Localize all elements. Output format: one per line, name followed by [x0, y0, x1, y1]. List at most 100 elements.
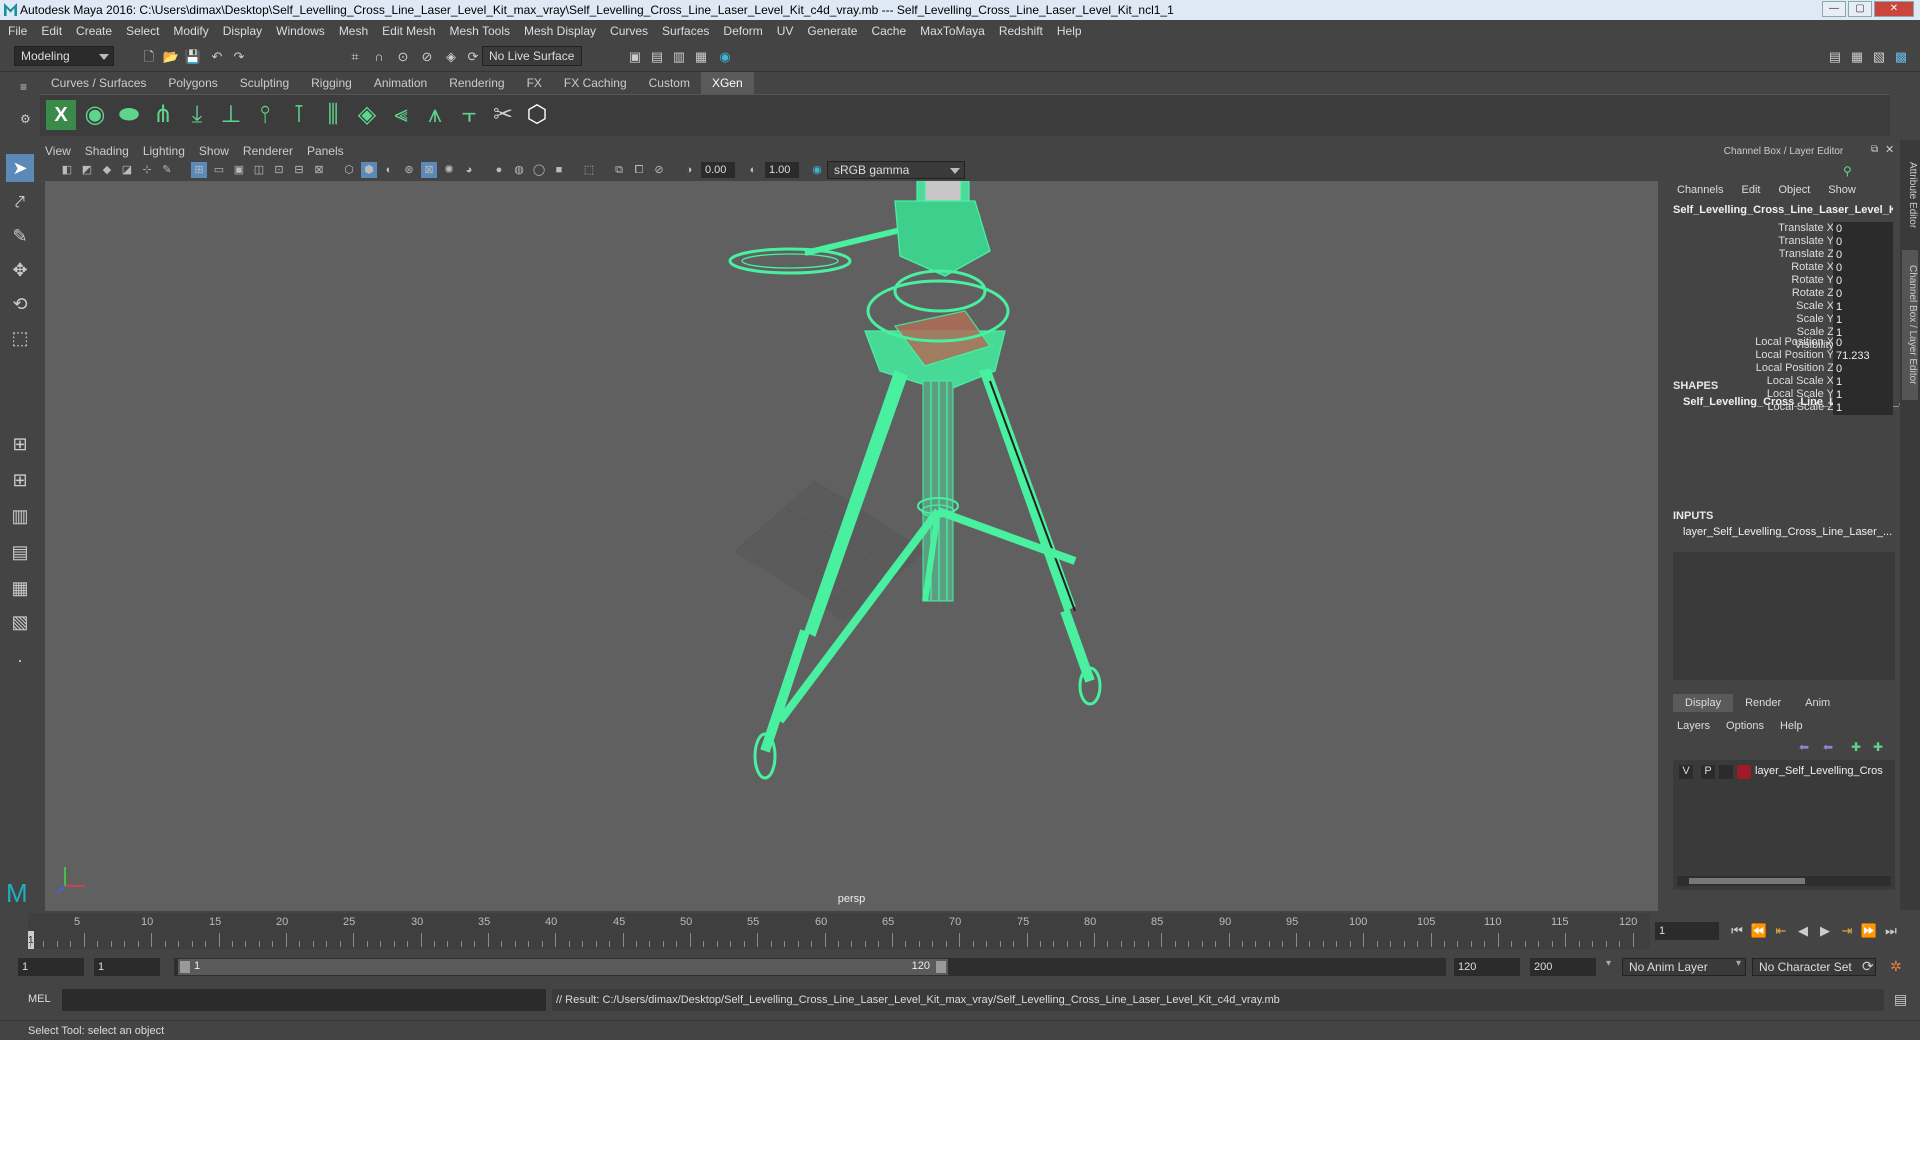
mode-dropdown[interactable]: Modeling: [14, 46, 114, 66]
ipr-render-icon[interactable]: ▥: [670, 48, 688, 66]
menu-edit-mesh[interactable]: Edit Mesh: [382, 24, 435, 38]
channel-menu-object[interactable]: Object: [1778, 184, 1810, 196]
character-set-dropdown[interactable]: No Character Set: [1752, 958, 1876, 976]
menu-uv[interactable]: UV: [777, 24, 794, 38]
channel-menu-edit[interactable]: Edit: [1741, 184, 1760, 196]
multisample-aa-icon[interactable]: ◯: [531, 162, 547, 178]
menu-create[interactable]: Create: [76, 24, 112, 38]
animation-start-field[interactable]: 1: [18, 958, 84, 976]
channel-value[interactable]: 0: [1833, 274, 1893, 288]
menu-mesh-tools[interactable]: Mesh Tools: [450, 24, 510, 38]
film-gate-icon[interactable]: ▭: [211, 162, 227, 178]
layer-tab-display[interactable]: Display: [1673, 694, 1734, 712]
shelf-tab-animation[interactable]: Animation: [363, 72, 438, 94]
channel-value[interactable]: 1: [1833, 300, 1893, 314]
depth-of-field-icon[interactable]: ■: [551, 162, 567, 178]
snap-view-icon[interactable]: ⊘: [418, 48, 436, 66]
menu-mesh[interactable]: Mesh: [339, 24, 368, 38]
isolate-select-icon[interactable]: ⬚: [581, 162, 597, 178]
move-tool-icon[interactable]: ✥: [6, 256, 34, 284]
xray-joints-icon[interactable]: ⧉: [611, 162, 627, 178]
menu-redshift[interactable]: Redshift: [999, 24, 1043, 38]
go-to-start-icon[interactable]: ⏮: [1728, 923, 1746, 939]
lasso-tool-icon[interactable]: ⤤: [6, 188, 34, 216]
menu-modify[interactable]: Modify: [173, 24, 208, 38]
channel-value[interactable]: 0: [1833, 261, 1893, 275]
input-node-name[interactable]: layer_Self_Levelling_Cross_Line_Laser_..…: [1683, 526, 1903, 538]
persp-viewport[interactable]: persp: [45, 181, 1658, 911]
shelf-settings-icon[interactable]: ⚙: [20, 112, 31, 126]
menu-windows[interactable]: Windows: [276, 24, 325, 38]
render-settings-icon[interactable]: ▦: [692, 48, 710, 66]
bookmark-icon[interactable]: ◆: [99, 162, 115, 178]
anim-layer-dropdown[interactable]: No Anim Layer: [1622, 958, 1746, 976]
move-layer-down-icon[interactable]: ⬅: [1823, 740, 1833, 754]
shelf-tab-custom[interactable]: Custom: [638, 72, 701, 94]
save-scene-icon[interactable]: 💾: [184, 48, 202, 66]
two-d-pan-zoom-icon[interactable]: ⊹: [139, 162, 155, 178]
menu-deform[interactable]: Deform: [723, 24, 762, 38]
time-slider[interactable]: 1 51015202530354045505560657075808590951…: [28, 913, 1650, 949]
color-management-icon[interactable]: ◉: [809, 162, 825, 178]
xray-icon[interactable]: ⊠: [421, 162, 437, 178]
safe-title-icon[interactable]: ⊠: [311, 162, 327, 178]
range-start-grip[interactable]: [180, 961, 190, 973]
channel-value[interactable]: 0: [1833, 235, 1893, 249]
motion-blur-icon[interactable]: ◍: [511, 162, 527, 178]
menu-surfaces[interactable]: Surfaces: [662, 24, 709, 38]
snap-point-icon[interactable]: ⊙: [394, 48, 412, 66]
layout-more-icon[interactable]: ·: [6, 646, 34, 674]
outliner-layout-icon[interactable]: ▦: [6, 574, 34, 602]
maximize-button[interactable]: ▢: [1848, 1, 1872, 17]
range-slider[interactable]: 1 120: [174, 958, 1446, 976]
xray-active-icon[interactable]: ⧠: [631, 162, 647, 178]
layer-menu-options[interactable]: Options: [1726, 720, 1764, 732]
shadows-icon[interactable]: ◕: [461, 162, 477, 178]
paint-select-tool-icon[interactable]: ✎: [6, 222, 34, 250]
open-scene-icon[interactable]: 📂: [162, 48, 180, 66]
wireframe-icon[interactable]: ⬡: [341, 162, 357, 178]
xgen-comb-icon[interactable]: ⫟: [454, 100, 484, 130]
workspace-icon[interactable]: ▤: [1826, 48, 1844, 66]
menu-help[interactable]: Help: [1057, 24, 1082, 38]
image-plane-icon[interactable]: ◪: [119, 162, 135, 178]
layer-menu-layers[interactable]: Layers: [1677, 720, 1710, 732]
shelf-tab-fx-caching[interactable]: FX Caching: [553, 72, 638, 94]
channel-value[interactable]: 0: [1833, 362, 1893, 376]
move-layer-up-icon[interactable]: ⬅: [1799, 740, 1809, 754]
default-material-icon[interactable]: ◐: [381, 162, 397, 178]
xgen-guide-length-icon[interactable]: ⊥: [216, 100, 246, 130]
shelf-tab-rendering[interactable]: Rendering: [438, 72, 515, 94]
xgen-place-guides-icon[interactable]: ⋔: [148, 100, 178, 130]
rotate-tool-icon[interactable]: ⟲: [6, 290, 34, 318]
menu-file[interactable]: File: [8, 24, 27, 38]
layer-color-swatch[interactable]: [1737, 765, 1751, 779]
xgen-guides-to-curves-icon[interactable]: ⫼: [318, 100, 348, 130]
selected-object-name[interactable]: Self_Levelling_Cross_Line_Laser_Level_Ki…: [1673, 204, 1893, 216]
snap-curve-icon[interactable]: ∩: [370, 48, 388, 66]
camera-attributes-icon[interactable]: ◩: [79, 162, 95, 178]
snap-vertex-icon[interactable]: ⟳: [464, 48, 482, 66]
menu-cache[interactable]: Cache: [871, 24, 906, 38]
layer-playback-toggle[interactable]: P: [1701, 765, 1715, 779]
select-tool-icon[interactable]: ➤: [6, 154, 34, 182]
chevron-down-icon[interactable]: ▾: [1606, 958, 1611, 969]
xgen-render-icon[interactable]: ⬡: [522, 100, 552, 130]
script-language-toggle[interactable]: MEL: [28, 993, 51, 1005]
shelf-menu-icon[interactable]: ≡: [20, 80, 27, 94]
channel-value[interactable]: 0: [1833, 287, 1893, 301]
go-to-end-icon[interactable]: ⏭: [1882, 923, 1900, 939]
layer-visibility-toggle[interactable]: V: [1679, 765, 1693, 779]
exposure-icon[interactable]: ◑: [681, 162, 697, 178]
shelf-tab-polygons[interactable]: Polygons: [157, 72, 228, 94]
four-pane-layout-icon[interactable]: ⊞: [6, 466, 34, 494]
use-all-lights-icon[interactable]: ✺: [441, 162, 457, 178]
menu-mesh-display[interactable]: Mesh Display: [524, 24, 596, 38]
snap-surface-icon[interactable]: ◈: [442, 48, 460, 66]
channel-value[interactable]: 0: [1833, 336, 1893, 350]
view-transform-dropdown[interactable]: sRGB gamma: [827, 161, 965, 179]
menu-maxtomaya[interactable]: MaxToMaya: [920, 24, 985, 38]
resolution-gate-icon[interactable]: ▣: [231, 162, 247, 178]
field-chart-icon[interactable]: ⊡: [271, 162, 287, 178]
channel-menu-show[interactable]: Show: [1828, 184, 1856, 196]
